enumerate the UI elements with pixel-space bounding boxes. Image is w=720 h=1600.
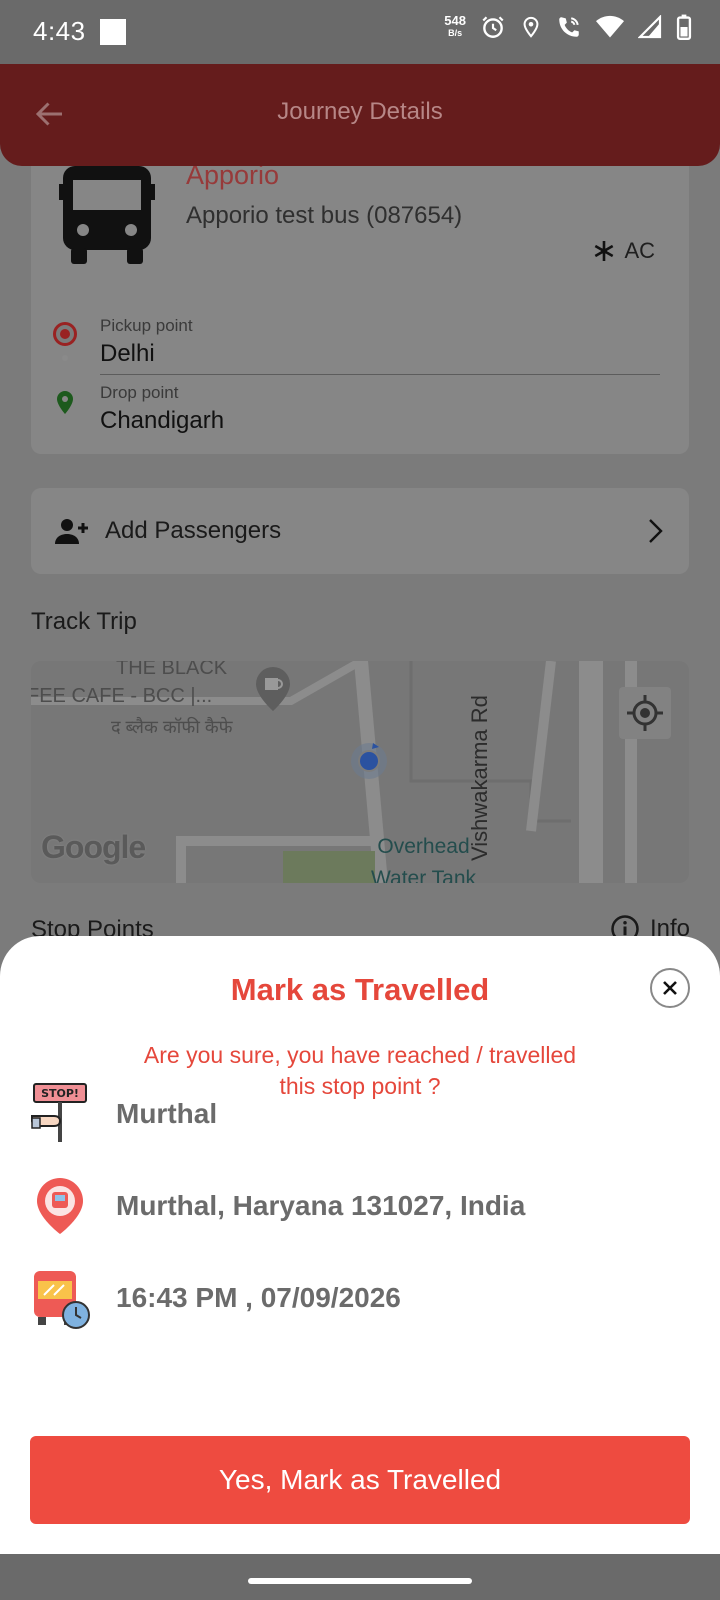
status-time: 4:43 bbox=[33, 16, 86, 46]
stop-name: Murthal bbox=[116, 1098, 218, 1129]
google-logo: Google bbox=[41, 829, 146, 865]
map-view[interactable]: THE BLACK FEE CAFE - BCC |... द ब्लैक कॉ… bbox=[31, 661, 689, 883]
wifi-icon bbox=[596, 15, 624, 38]
coffee-pin-icon bbox=[256, 667, 290, 711]
add-passengers-button[interactable]: Add Passengers bbox=[31, 488, 689, 574]
bus-icon bbox=[59, 166, 155, 264]
home-gesture-handle[interactable] bbox=[248, 1578, 472, 1584]
location-icon bbox=[523, 16, 539, 38]
stop-name-row: STOP! Murthal bbox=[30, 1083, 218, 1144]
map-park bbox=[283, 851, 375, 883]
current-location-icon bbox=[351, 743, 387, 779]
navigation-bar bbox=[0, 1554, 720, 1600]
journey-card: Apporio Apporio test bus (087654) AC Pic… bbox=[31, 150, 689, 454]
alarm-icon bbox=[482, 16, 504, 38]
close-button[interactable] bbox=[650, 968, 690, 1008]
battery-icon bbox=[676, 14, 692, 40]
stop-datetime: 16:43 PM , 07/09/2026 bbox=[116, 1282, 401, 1313]
drop-label: Drop point bbox=[100, 383, 179, 402]
stop-sign-icon: STOP! bbox=[30, 1083, 90, 1144]
signal-icon bbox=[638, 15, 662, 39]
add-passengers-label: Add Passengers bbox=[105, 517, 282, 544]
snowflake-icon bbox=[595, 241, 614, 261]
drop-pin-icon bbox=[57, 391, 73, 414]
page-title: Journey Details bbox=[277, 98, 443, 125]
stop-address: Murthal, Haryana 131027, India bbox=[116, 1190, 526, 1221]
stop-time-row: 16:43 PM , 07/09/2026 bbox=[30, 1268, 401, 1329]
svg-text:STOP!: STOP! bbox=[41, 1087, 79, 1100]
sheet-title: Mark as Travelled bbox=[230, 972, 490, 1007]
mark-travelled-button[interactable]: Yes, Mark as Travelled bbox=[30, 1436, 690, 1524]
pickup-label: Pickup point bbox=[100, 316, 193, 335]
track-trip-heading: Track Trip bbox=[31, 608, 137, 635]
pickup-dot-icon bbox=[53, 322, 77, 346]
map-label-water-tank: Overhead Water Tank bbox=[371, 835, 477, 883]
divider bbox=[100, 374, 660, 375]
ac-label: AC bbox=[624, 238, 655, 263]
drop-value: Chandigarh bbox=[100, 407, 225, 434]
app-bar: Journey Details bbox=[0, 64, 720, 166]
notification-icon bbox=[100, 19, 126, 45]
route-connector bbox=[62, 355, 68, 361]
status-icons: 548 B/s bbox=[444, 14, 692, 40]
close-icon bbox=[663, 981, 677, 995]
wifi-call-icon bbox=[559, 17, 579, 37]
bus-location-pin-icon bbox=[30, 1176, 90, 1236]
stop-address-row: Murthal, Haryana 131027, India bbox=[30, 1176, 525, 1236]
bus-name: Apporio test bus (087654) bbox=[186, 202, 463, 229]
ac-badge: AC bbox=[592, 238, 655, 264]
net-speed: 548 B/s bbox=[444, 13, 466, 38]
map-label-cafe: THE BLACK bbox=[116, 661, 228, 679]
pickup-value: Delhi bbox=[100, 340, 155, 367]
mark-travelled-sheet: Mark as Travelled Are you sure, you have… bbox=[0, 936, 720, 1554]
my-location-button[interactable] bbox=[619, 687, 671, 739]
crosshair-icon bbox=[627, 695, 663, 731]
bus-clock-icon bbox=[30, 1268, 90, 1329]
status-bar: 4:43 548 B/s bbox=[0, 0, 720, 64]
map-label-cafe-hindi: द ब्लैक कॉफी कैफे bbox=[111, 717, 233, 737]
add-person-icon bbox=[55, 519, 88, 544]
map-label-cafe-2: FEE CAFE - BCC |... bbox=[31, 685, 213, 707]
map-label-road: Vishwakarma Rd bbox=[467, 695, 493, 861]
chevron-right-icon bbox=[649, 519, 663, 543]
